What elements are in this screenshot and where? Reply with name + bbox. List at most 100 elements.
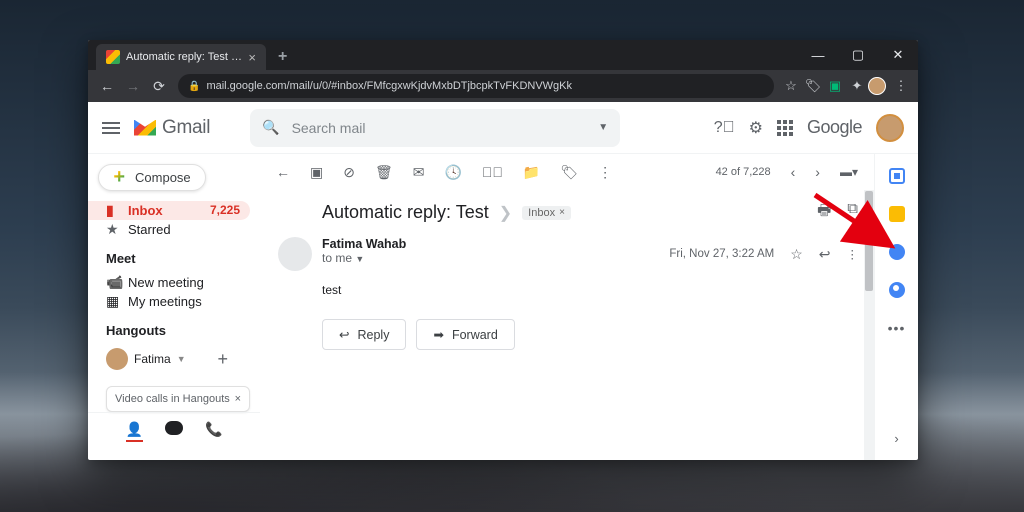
- hangouts-user[interactable]: Fatima ▼ +: [88, 344, 260, 374]
- subject-row: Automatic reply: Test ❯ Inbox × 🖶 ⧉: [260, 190, 874, 231]
- window-controls: — ▢ ✕: [798, 40, 918, 70]
- close-tab-icon[interactable]: ×: [248, 50, 256, 65]
- video-icon: 📹: [106, 274, 128, 291]
- label-chip-inbox[interactable]: Inbox ×: [522, 206, 571, 220]
- new-hangout-button[interactable]: +: [217, 349, 228, 370]
- hangouts-contacts-icon[interactable]: 👤: [126, 421, 143, 442]
- gmail-m-icon: [134, 120, 156, 136]
- forward-button[interactable]: ➡ Forward: [416, 319, 514, 350]
- gmail-logo[interactable]: Gmail: [134, 117, 210, 139]
- hangouts-phone-icon[interactable]: 📞: [205, 421, 222, 442]
- gmail-wordmark: Gmail: [162, 117, 210, 139]
- message-body: test: [260, 271, 874, 313]
- remove-label-icon[interactable]: ×: [559, 207, 565, 218]
- star-message-icon[interactable]: ☆: [790, 246, 803, 263]
- gmail-favicon: [106, 50, 120, 64]
- print-icon[interactable]: 🖶: [817, 200, 831, 225]
- compose-button[interactable]: + Compose: [98, 164, 206, 191]
- sender-name: Fatima Wahab: [322, 237, 406, 251]
- sidebar-item-new-meeting[interactable]: 📹 New meeting: [88, 272, 250, 291]
- maximize-button[interactable]: ▢: [838, 40, 878, 70]
- add-to-tasks-icon[interactable]: ✓⃝: [482, 164, 503, 180]
- chevron-down-icon: ▼: [177, 354, 186, 364]
- gmail-header: Gmail 🔍 Search mail ▼ ?⃝ ⚙ Google: [88, 102, 918, 154]
- sidebar-item-starred[interactable]: ★ Starred: [88, 220, 250, 239]
- back-to-inbox-icon[interactable]: ←: [276, 164, 290, 180]
- sidebar-item-inbox[interactable]: ▮ Inbox 7,225: [88, 201, 250, 220]
- plus-icon: +: [113, 166, 125, 189]
- more-actions-icon[interactable]: ⋮: [598, 164, 612, 181]
- address-bar: ← → ⟳ 🔒 mail.google.com/mail/u/0/#inbox/…: [88, 70, 918, 102]
- minimize-button[interactable]: —: [798, 40, 838, 70]
- calendar-addon-icon[interactable]: [889, 168, 905, 184]
- extensions-icon[interactable]: ✦: [846, 78, 868, 94]
- keep-addon-icon[interactable]: [889, 206, 905, 222]
- profile-avatar-small[interactable]: [868, 77, 890, 95]
- message-more-icon[interactable]: ⋮: [847, 247, 859, 261]
- chrome-menu-icon[interactable]: ⋮: [890, 78, 912, 94]
- report-spam-icon[interactable]: ⊘: [343, 164, 355, 181]
- video-calls-card[interactable]: Video calls in Hangouts ×: [106, 386, 250, 412]
- main-menu-button[interactable]: [102, 122, 120, 134]
- forward-arrow-icon: ➡: [433, 327, 443, 342]
- important-marker-icon[interactable]: ❯: [499, 203, 512, 223]
- dismiss-card-icon[interactable]: ×: [235, 393, 241, 405]
- mail-content: ← ▣ ⊘ 🗑 ✉ 🕓 ✓⃝ 📁 🏷 ⋮ 42 of 7,228 ‹ › ▬▾: [260, 154, 874, 460]
- inbox-count: 7,225: [210, 203, 240, 217]
- show-details-icon[interactable]: ▼: [355, 254, 364, 264]
- reload-button[interactable]: ⟳: [146, 78, 172, 95]
- support-icon[interactable]: ?⃝: [714, 119, 735, 137]
- extension-green-icon[interactable]: ▣: [824, 78, 846, 94]
- mark-unread-icon[interactable]: ✉: [413, 164, 425, 181]
- search-mail-input[interactable]: 🔍 Search mail ▼: [250, 109, 620, 147]
- get-addons-icon[interactable]: •••: [888, 320, 906, 336]
- new-tab-button[interactable]: +: [278, 48, 287, 66]
- mail-subject: Automatic reply: Test: [322, 202, 489, 223]
- sidebar-item-my-meetings[interactable]: ▦ My meetings: [88, 292, 250, 311]
- back-button[interactable]: ←: [94, 78, 120, 94]
- google-wordmark: Google: [807, 117, 862, 138]
- mail-toolbar: ← ▣ ⊘ 🗑 ✉ 🕓 ✓⃝ 📁 🏷 ⋮ 42 of 7,228 ‹ › ▬▾: [260, 154, 874, 190]
- account-avatar[interactable]: [876, 114, 904, 142]
- tasks-addon-icon[interactable]: [889, 244, 905, 260]
- hangouts-user-name: Fatima: [134, 352, 171, 366]
- archive-icon[interactable]: ▣: [310, 164, 323, 181]
- compose-label: Compose: [135, 170, 191, 185]
- inbox-icon: ▮: [106, 202, 128, 219]
- tab-title: Automatic reply: Test - fatima@a: [126, 51, 242, 63]
- contacts-addon-icon[interactable]: [889, 282, 905, 298]
- forward-button[interactable]: →: [120, 78, 146, 94]
- url-field[interactable]: 🔒 mail.google.com/mail/u/0/#inbox/FMfcgx…: [178, 74, 774, 98]
- open-new-window-icon[interactable]: ⧉: [847, 200, 858, 225]
- sidebar-label: Inbox: [128, 203, 163, 218]
- extension-whitetag-icon[interactable]: 🏷: [802, 78, 824, 94]
- browser-window: Automatic reply: Test - fatima@a × + — ▢…: [88, 40, 918, 460]
- settings-gear-icon[interactable]: ⚙: [749, 118, 763, 138]
- lock-icon: 🔒: [188, 81, 200, 92]
- older-icon[interactable]: ›: [815, 164, 820, 180]
- newer-icon[interactable]: ‹: [791, 164, 796, 180]
- recipient-line: to me: [322, 251, 352, 265]
- vertical-scrollbar[interactable]: [864, 190, 874, 460]
- input-tools-icon[interactable]: ▬▾: [840, 165, 858, 179]
- sidebar-label: Starred: [128, 222, 171, 237]
- hide-side-panel-icon[interactable]: ›: [894, 431, 898, 446]
- google-apps-icon[interactable]: [777, 120, 793, 136]
- snooze-icon[interactable]: 🕓: [444, 164, 461, 181]
- labels-icon[interactable]: 🏷: [560, 164, 578, 181]
- move-to-icon[interactable]: 📁: [523, 164, 540, 181]
- reply-button[interactable]: ↩ Reply: [322, 319, 406, 350]
- reply-icon[interactable]: ↩: [819, 246, 831, 263]
- star-page-icon[interactable]: ☆: [780, 78, 802, 94]
- url-text: mail.google.com/mail/u/0/#inbox/FMfcgxwK…: [206, 80, 572, 92]
- search-placeholder: Search mail: [292, 120, 366, 136]
- hangouts-avatar: [106, 348, 128, 370]
- hangouts-chat-icon[interactable]: [165, 421, 183, 435]
- titlebar: Automatic reply: Test - fatima@a × + — ▢…: [88, 40, 918, 70]
- browser-tab[interactable]: Automatic reply: Test - fatima@a ×: [96, 44, 266, 70]
- search-options-icon[interactable]: ▼: [598, 122, 608, 133]
- close-window-button[interactable]: ✕: [878, 40, 918, 70]
- star-icon: ★: [106, 221, 128, 238]
- delete-icon[interactable]: 🗑: [375, 164, 393, 181]
- video-calls-card-text: Video calls in Hangouts: [115, 393, 230, 405]
